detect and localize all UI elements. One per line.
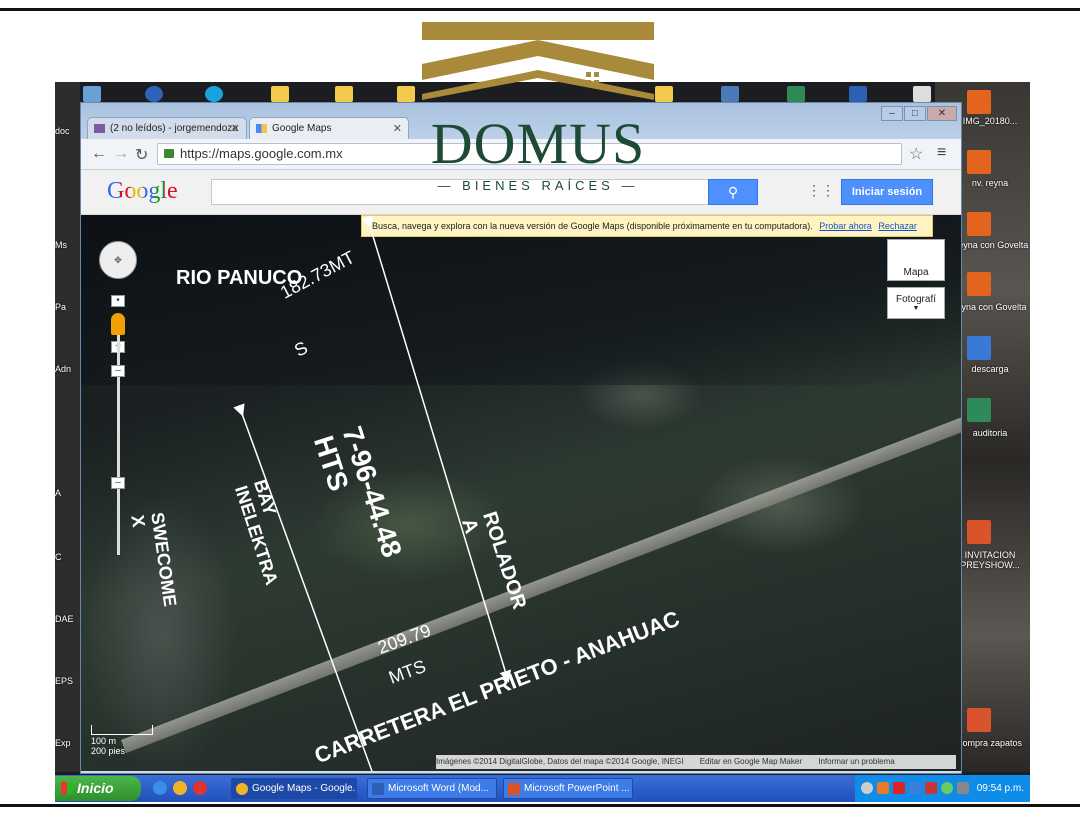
desktop-left-label[interactable]: EPS [55,676,73,686]
taskbar: Inicio Google Maps - Google... Microsoft… [55,775,1030,802]
start-button[interactable]: Inicio [55,776,141,801]
minimize-button[interactable]: – [881,106,903,121]
flag-icon[interactable] [925,782,937,794]
google-maps-icon [256,124,267,133]
browser-window: (2 no leídos) - jorgemendoza ✕ Google Ma… [80,102,962,774]
search-icon: ⚲ [727,184,739,200]
excel-file-icon[interactable] [787,86,805,102]
chrome-icon [236,783,248,795]
desktop-left-label[interactable]: C [55,552,62,562]
desktop-left-label[interactable]: Adn [55,364,71,374]
start-label: Inicio [77,780,114,796]
powerpoint-icon [508,783,520,795]
search-button[interactable]: ⚲ [708,179,758,205]
desktop-left-label[interactable]: Exp [55,738,71,748]
ie-icon[interactable] [153,781,167,795]
computer-icon[interactable] [957,782,969,794]
close-icon[interactable]: ✕ [393,118,402,140]
desktop-left-label[interactable]: Pa [55,302,66,312]
taskbar-item-word[interactable]: Microsoft Word (Mod... [367,778,497,799]
google-logo-text: Google [107,178,178,204]
update-icon[interactable] [941,782,953,794]
tab-label: (2 no leídos) - jorgemendoza [110,123,238,134]
desktop-icon-label[interactable]: auditoria [951,428,1029,438]
folder-icon[interactable] [335,86,353,102]
volume-icon[interactable] [861,782,873,794]
brand-name: DOMUS [430,111,646,176]
maximize-button[interactable]: □ [904,106,926,121]
image-file-icon[interactable] [967,272,991,296]
signin-button[interactable]: Iniciar sesión [841,179,933,205]
taskbar-item-chrome[interactable]: Google Maps - Google... [231,778,357,799]
folder-icon[interactable] [655,86,673,102]
computer-icon[interactable] [721,86,739,102]
clock[interactable]: 09:54 p.m. [977,775,1024,802]
word-icon [372,783,384,795]
tab-google-maps[interactable]: Google Maps ✕ [249,117,409,139]
powerpoint-file-icon[interactable] [967,708,991,732]
top-border-line [0,8,1080,11]
desktop-left-label[interactable]: doc [55,126,70,136]
window-controls: – □ ✕ [880,103,957,121]
windows-flag-icon [61,782,73,794]
image-file-icon[interactable] [967,212,991,236]
ie-icon[interactable] [145,86,163,102]
image-file-icon[interactable] [967,90,991,114]
taskbar-item-label: Microsoft Word (Mod... [388,783,489,794]
lock-icon [164,149,174,158]
media-icon[interactable] [193,781,207,795]
desktop-icon-label[interactable]: compra zapatos [951,738,1029,748]
desktop-icon-label[interactable]: reyna con Govelta [951,302,1029,312]
bookmark-star-icon[interactable]: ☆ [909,144,923,164]
desktop-icon-label[interactable]: Reyna con Govelta [951,240,1029,250]
network-icon[interactable] [909,782,921,794]
desktop-icon-label[interactable]: nv. reyna [951,178,1029,188]
system-tray: 09:54 p.m. [855,775,1030,802]
back-icon[interactable]: ← [91,145,107,163]
satellite-map[interactable]: Busca, navega y explora con la nueva ver… [81,215,961,771]
taskbar-item-label: Microsoft PowerPoint ... [524,783,630,794]
network-icon[interactable] [83,86,101,102]
folder-icon[interactable] [271,86,289,102]
taskbar-item-powerpoint[interactable]: Microsoft PowerPoint ... [503,778,633,799]
desktop-left-label[interactable]: Ms [55,240,67,250]
desktop-left-strip [55,82,80,772]
desktop-left-label[interactable]: A [55,488,61,498]
tab-gmail[interactable]: (2 no leídos) - jorgemendoza ✕ [87,117,247,139]
image-file-icon[interactable] [967,336,991,360]
menu-icon[interactable]: ≡ [937,144,946,162]
security-icon[interactable] [877,782,889,794]
skype-icon[interactable] [205,86,223,102]
word-file-icon[interactable] [849,86,867,102]
brand-subtitle: — BIENES RAÍCES — [437,178,639,193]
document-icon[interactable] [913,86,931,102]
tab-label: Google Maps [272,123,332,134]
image-file-icon[interactable] [967,150,991,174]
desktop-left-label[interactable]: DAE [55,614,74,624]
close-icon[interactable]: ✕ [231,118,240,140]
powerpoint-file-icon[interactable] [967,520,991,544]
taskbar-item-label: Google Maps - Google... [252,783,357,794]
url-text: https://maps.google.com.mx [180,146,343,161]
excel-file-icon[interactable] [967,398,991,422]
acrobat-icon[interactable] [893,782,905,794]
folder-icon[interactable] [397,86,415,102]
desktop-icon-label[interactable]: IMG_20180... [951,116,1029,126]
domus-roof-logo [422,22,654,100]
google-logo[interactable]: Google [107,178,178,205]
desktop-icon-label[interactable]: INVITACION PREYSHOW... [951,550,1029,570]
chrome-icon[interactable] [173,781,187,795]
mail-icon [94,124,105,133]
reload-icon[interactable]: ↻ [135,145,148,165]
desktop-icon-label[interactable]: descarga [951,364,1029,374]
window-close-button[interactable]: ✕ [927,106,957,121]
forward-icon[interactable]: → [113,145,129,163]
bottom-border-line [0,804,1080,807]
